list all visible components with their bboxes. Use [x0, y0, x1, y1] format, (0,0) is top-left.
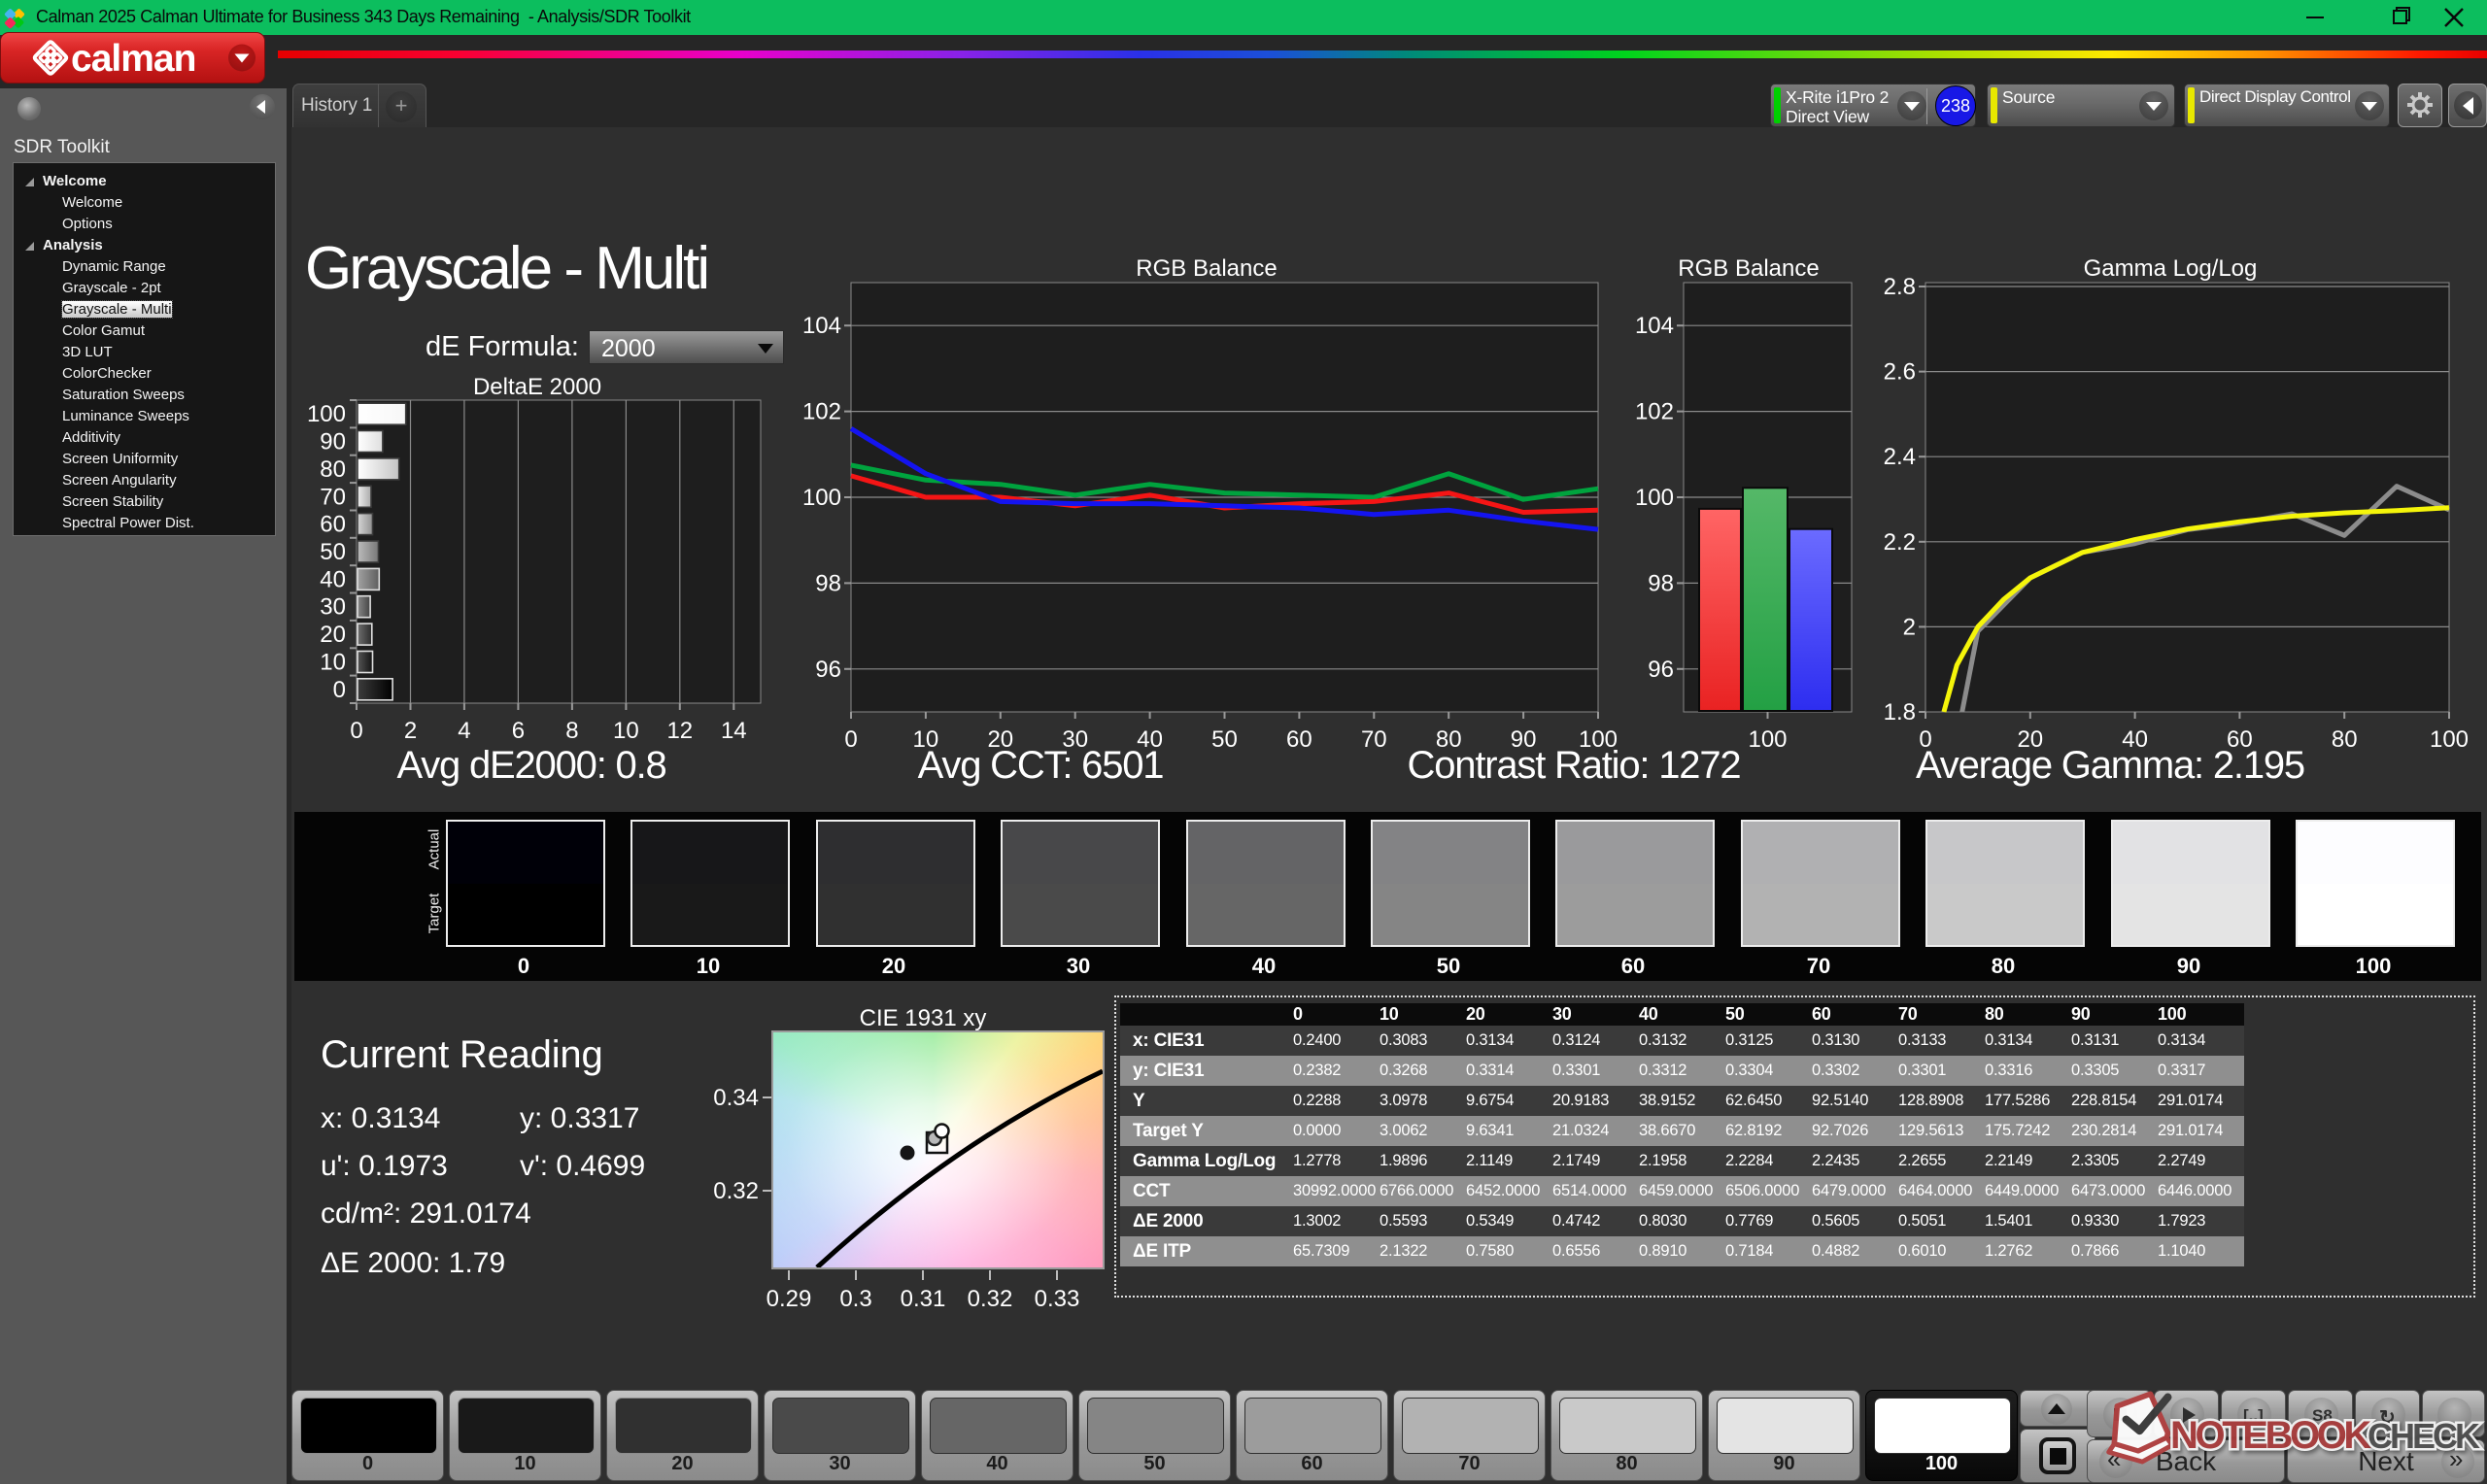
- svg-text:80: 80: [320, 456, 346, 483]
- svg-text:0.32: 0.32: [968, 1286, 1013, 1312]
- svg-text:80: 80: [2332, 726, 2358, 753]
- svg-text:20: 20: [320, 622, 346, 648]
- svg-text:12: 12: [666, 718, 693, 744]
- svg-text:100: 100: [2430, 726, 2469, 753]
- svg-text:10: 10: [613, 718, 639, 744]
- svg-text:2.6: 2.6: [1884, 359, 1916, 386]
- svg-text:8: 8: [565, 718, 578, 744]
- svg-text:40: 40: [1137, 726, 1163, 753]
- svg-text:DeltaE 2000: DeltaE 2000: [473, 374, 601, 400]
- svg-text:0.32: 0.32: [713, 1178, 759, 1204]
- svg-text:102: 102: [1635, 399, 1674, 425]
- svg-text:0.31: 0.31: [901, 1286, 946, 1312]
- svg-text:30: 30: [1062, 726, 1088, 753]
- svg-text:80: 80: [1436, 726, 1462, 753]
- svg-text:104: 104: [1635, 313, 1674, 339]
- svg-text:1.8: 1.8: [1884, 699, 1916, 725]
- svg-text:CIE 1931 xy: CIE 1931 xy: [860, 1005, 987, 1031]
- svg-text:2.4: 2.4: [1884, 444, 1916, 470]
- svg-text:40: 40: [320, 566, 346, 592]
- svg-text:0.29: 0.29: [767, 1286, 812, 1312]
- svg-text:20: 20: [2017, 726, 2043, 753]
- svg-text:60: 60: [1286, 726, 1312, 753]
- svg-text:50: 50: [320, 539, 346, 565]
- svg-text:0: 0: [350, 718, 362, 744]
- svg-text:10: 10: [913, 726, 939, 753]
- svg-text:102: 102: [802, 399, 841, 425]
- svg-text:6: 6: [512, 718, 525, 744]
- svg-text:10: 10: [320, 650, 346, 676]
- svg-text:40: 40: [2122, 726, 2148, 753]
- svg-text:2.8: 2.8: [1884, 274, 1916, 300]
- svg-text:2.2: 2.2: [1884, 529, 1916, 556]
- svg-text:50: 50: [1211, 726, 1238, 753]
- svg-text:100: 100: [307, 401, 346, 427]
- svg-text:70: 70: [1361, 726, 1387, 753]
- svg-text:RGB Balance: RGB Balance: [1136, 255, 1277, 282]
- svg-text:98: 98: [815, 570, 841, 596]
- svg-text:0.33: 0.33: [1035, 1286, 1080, 1312]
- svg-text:90: 90: [320, 429, 346, 455]
- svg-text:100: 100: [1635, 485, 1674, 511]
- svg-text:0.3: 0.3: [839, 1286, 871, 1312]
- svg-text:60: 60: [320, 512, 346, 538]
- svg-text:96: 96: [815, 657, 841, 683]
- svg-text:90: 90: [1511, 726, 1537, 753]
- svg-text:Gamma Log/Log: Gamma Log/Log: [2084, 255, 2258, 282]
- svg-text:100: 100: [1748, 726, 1787, 753]
- svg-text:100: 100: [802, 485, 841, 511]
- svg-text:RGB Balance: RGB Balance: [1678, 255, 1819, 282]
- svg-text:0.34: 0.34: [713, 1085, 759, 1111]
- svg-text:4: 4: [458, 718, 470, 744]
- svg-text:14: 14: [721, 718, 747, 744]
- svg-text:98: 98: [1648, 570, 1674, 596]
- svg-text:0: 0: [1919, 726, 1931, 753]
- svg-text:0: 0: [844, 726, 857, 753]
- svg-text:2: 2: [1903, 614, 1916, 640]
- svg-text:2: 2: [404, 718, 417, 744]
- svg-text:30: 30: [320, 594, 346, 621]
- svg-text:104: 104: [802, 313, 841, 339]
- svg-text:CHECK: CHECK: [2368, 1416, 2480, 1456]
- svg-text:60: 60: [2227, 726, 2253, 753]
- svg-text:NOTEBOOK: NOTEBOOK: [2170, 1414, 2371, 1457]
- svg-text:20: 20: [987, 726, 1013, 753]
- svg-text:70: 70: [320, 484, 346, 510]
- svg-text:96: 96: [1648, 657, 1674, 683]
- svg-text:100: 100: [1579, 726, 1618, 753]
- svg-text:0: 0: [333, 677, 346, 703]
